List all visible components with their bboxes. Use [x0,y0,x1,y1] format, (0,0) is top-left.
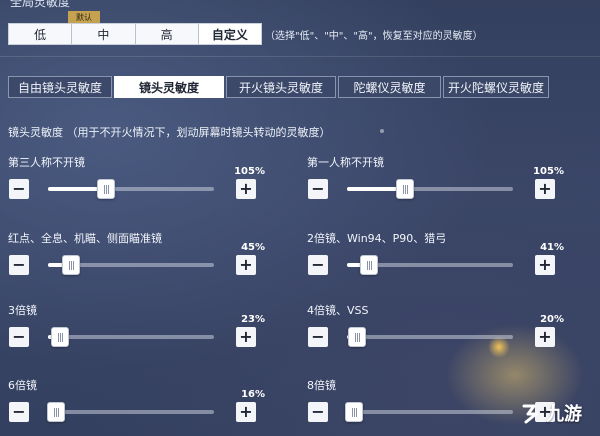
3x-scope-slider-thumb[interactable] [50,327,69,347]
first-person-no-scope-slider-thumb[interactable] [396,179,415,199]
4x-scope-value: 20% [540,314,564,325]
global-sensitivity-title: 全局灵敏度 [10,0,71,9]
tab-gyroscope[interactable]: 陀螺仪灵敏度 [338,76,441,98]
grip-icon [71,261,73,270]
watermark: 九游 [520,400,582,426]
section-dot [380,129,384,133]
grip-icon [368,261,370,270]
watermark-text: 九游 [546,404,582,425]
first-person-no-scope-minus-button[interactable]: − [308,179,328,199]
tab-fire-camera[interactable]: 开火镜头灵敏度 [226,76,336,98]
red-dot-holo-ironsight-label: 红点、全息、机瞄、侧面瞄准镜 [8,232,162,245]
3x-scope-plus-button[interactable]: + [236,327,256,347]
8x-scope-slider-thumb[interactable] [344,402,363,422]
red-dot-holo-ironsight-plus-button[interactable]: + [236,255,256,275]
3x-scope-slider[interactable] [48,327,214,347]
third-person-no-scope-slider[interactable] [48,179,214,199]
default-badge: 默认 [68,11,100,23]
red-dot-holo-ironsight-minus-button[interactable]: − [9,255,29,275]
third-person-no-scope-value: 105% [234,166,265,177]
tab-fire-gyroscope[interactable]: 开火陀螺仪灵敏度 [443,76,549,98]
2x-scope-minus-button[interactable]: − [308,255,328,275]
8x-scope-label: 8倍镜 [307,379,336,392]
preset-medium-button[interactable]: 中 [72,24,136,44]
grip-icon [356,333,358,342]
2x-scope-slider[interactable] [347,255,513,275]
first-person-no-scope-value: 105% [533,166,564,177]
6x-scope-value: 16% [241,389,265,400]
first-person-no-scope-slider[interactable] [347,179,513,199]
first-person-no-scope-plus-button[interactable]: + [535,179,555,199]
6x-scope-minus-button[interactable]: − [9,402,29,422]
red-dot-holo-ironsight-value: 45% [241,242,265,253]
3x-scope-label: 3倍镜 [8,304,37,317]
preset-hint: （选择"低"、"中"、"高"，恢复至对应的灵敏度） [265,31,483,42]
4x-scope-slider-thumb[interactable] [347,327,366,347]
6x-scope-slider[interactable] [47,402,214,422]
4x-scope-label: 4倍镜、VSS [307,304,369,317]
third-person-no-scope-label: 第三人称不开镜 [8,156,85,169]
6x-scope-slider-thumb[interactable] [47,402,66,422]
8x-scope-minus-button[interactable]: − [308,402,328,422]
preset-low-button[interactable]: 低 [9,24,73,44]
4x-scope-slider[interactable] [347,327,513,347]
red-dot-holo-ironsight-slider[interactable] [48,255,214,275]
8x-scope-slider[interactable] [344,402,513,422]
grip-icon [59,333,61,342]
2x-scope-slider-thumb[interactable] [359,255,378,275]
6x-scope-label: 6倍镜 [8,379,37,392]
divider [0,56,600,57]
4x-scope-plus-button[interactable]: + [535,327,555,347]
section-title: 镜头灵敏度 （用于不开火情况下，划动屏幕时镜头转动的灵敏度） [8,126,331,139]
preset-selector: 低 中 高 自定义 [8,23,262,45]
third-person-no-scope-slider-thumb[interactable] [97,179,116,199]
red-dot-holo-ironsight-slider-thumb[interactable] [62,255,81,275]
grip-icon [106,185,108,194]
third-person-no-scope-minus-button[interactable]: − [9,179,29,199]
third-person-no-scope-plus-button[interactable]: + [236,179,256,199]
preset-high-button[interactable]: 高 [135,24,199,44]
grip-icon [405,185,407,194]
background-light [488,336,510,358]
tab-free-camera[interactable]: 自由镜头灵敏度 [8,76,112,98]
3x-scope-value: 23% [241,314,265,325]
grip-icon [353,408,355,417]
preset-custom-button[interactable]: 自定义 [198,24,261,44]
sensitivity-tabs: 自由镜头灵敏度 镜头灵敏度 开火镜头灵敏度 陀螺仪灵敏度 开火陀螺仪灵敏度 [8,76,549,98]
watermark-logo-icon [522,404,538,424]
first-person-no-scope-label: 第一人称不开镜 [307,156,384,169]
tab-camera[interactable]: 镜头灵敏度 [114,76,224,98]
2x-scope-value: 41% [540,242,564,253]
6x-scope-plus-button[interactable]: + [236,402,256,422]
grip-icon [56,408,58,417]
2x-scope-plus-button[interactable]: + [535,255,555,275]
4x-scope-minus-button[interactable]: − [308,327,328,347]
3x-scope-minus-button[interactable]: − [9,327,29,347]
2x-scope-label: 2倍镜、Win94、P90、猎弓 [307,232,447,245]
